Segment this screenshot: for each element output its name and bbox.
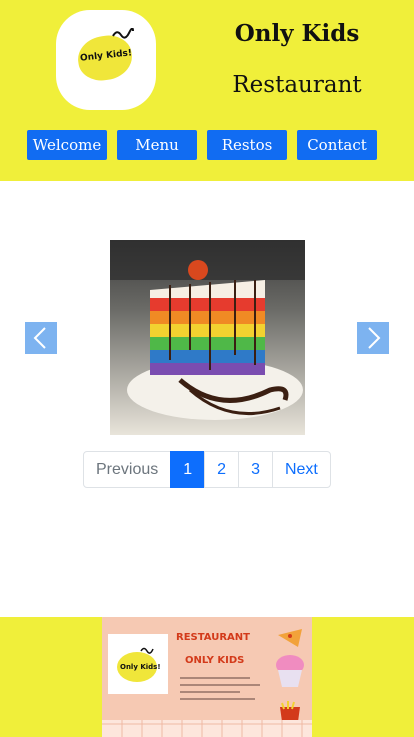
site-title: Only Kids — [234, 20, 360, 47]
logo-squiggle-icon — [112, 28, 134, 39]
nav-restos-button[interactable]: Restos — [207, 130, 287, 160]
pagination-page-2[interactable]: 2 — [204, 451, 240, 488]
flyer-logo: Only Kids! — [108, 634, 168, 694]
flyer-heading-only-kids: ONLY KIDS — [185, 655, 245, 666]
flyer-heading-restaurant: RESTAURANT — [176, 632, 250, 643]
carousel-next-button[interactable] — [357, 322, 389, 354]
nav-menu-button[interactable]: Menu — [117, 130, 197, 160]
carousel-prev-button[interactable] — [25, 322, 57, 354]
nav-contact-button[interactable]: Contact — [297, 130, 377, 160]
flyer-bottom-pattern — [102, 720, 312, 737]
logo[interactable]: Only Kids! — [56, 10, 156, 110]
pagination-page-3[interactable]: 3 — [238, 451, 273, 488]
flyer-logo-text: Only Kids! — [120, 663, 161, 671]
site-subtitle: Restaurant — [232, 72, 362, 98]
flyer-details — [180, 677, 260, 705]
chevron-right-icon — [368, 327, 381, 349]
food-illustrations-icon — [276, 629, 304, 729]
chevron-left-icon — [33, 327, 46, 349]
rainbow-cake-image — [110, 240, 305, 435]
footer: Only Kids! RESTAURANT ONLY KIDS — [0, 617, 414, 737]
flyer-logo-image: Only Kids! — [117, 647, 161, 682]
nav-welcome-button[interactable]: Welcome — [27, 130, 107, 160]
pagination-next[interactable]: Next — [271, 451, 331, 488]
carousel-image — [110, 240, 305, 435]
pagination-previous[interactable]: Previous — [83, 451, 172, 488]
header: Only Kids! Only Kids Restaurant Welcome … — [0, 0, 414, 181]
pagination-page-1[interactable]: 1 — [170, 451, 206, 488]
restaurant-flyer: Only Kids! RESTAURANT ONLY KIDS — [102, 617, 312, 737]
pagination: Previous 1 2 3 Next — [83, 451, 331, 488]
